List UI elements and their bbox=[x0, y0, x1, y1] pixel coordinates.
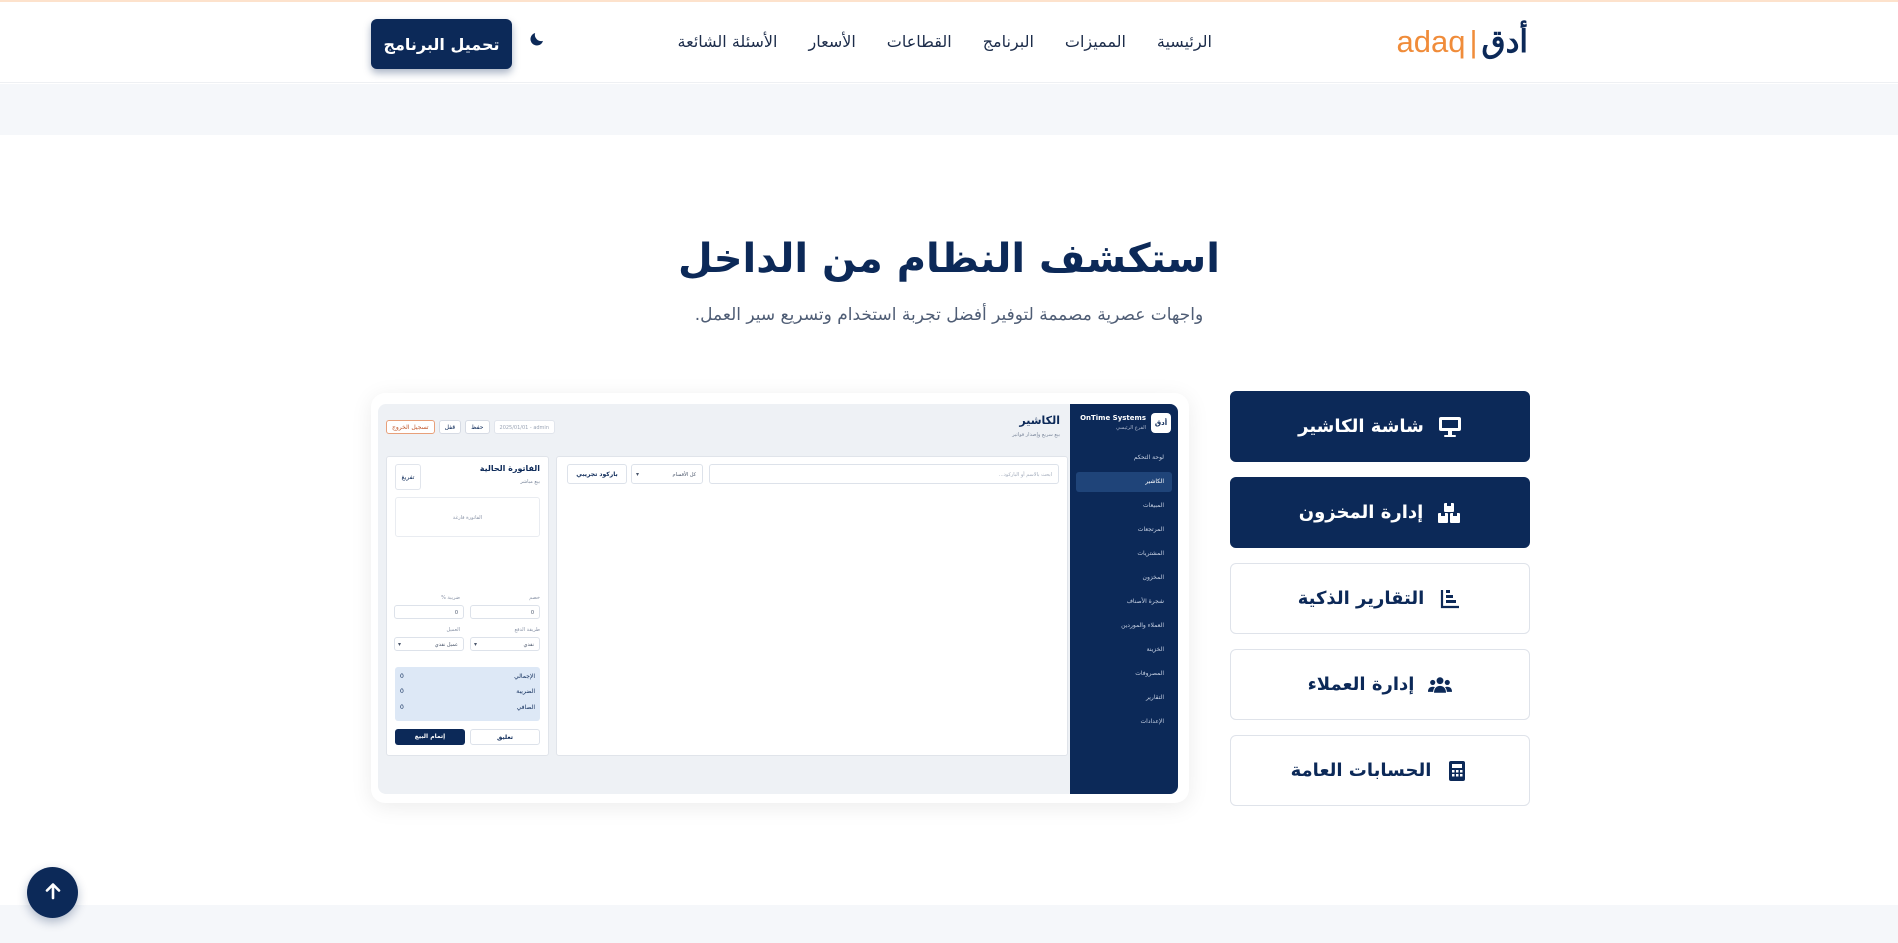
site-header: adaq | أدق الرئيسية المميزات البرنامج القط… bbox=[0, 2, 1898, 83]
download-button[interactable]: تحميل البرنامج bbox=[371, 19, 512, 69]
tab-accounts[interactable]: الحسابات العامة bbox=[1230, 735, 1530, 806]
monitor-icon bbox=[1438, 415, 1462, 439]
preview-menu-item: الكاشير bbox=[1076, 472, 1172, 492]
scroll-to-top-button[interactable] bbox=[27, 867, 78, 918]
brand-logo[interactable]: adaq | أدق bbox=[1396, 24, 1528, 60]
tab-inventory[interactable]: إدارة المخزون bbox=[1230, 477, 1530, 548]
preview-clear-button: تفريغ bbox=[395, 464, 421, 490]
moon-icon[interactable] bbox=[526, 30, 548, 52]
preview-menu-item: العملاء والموردين bbox=[1121, 622, 1164, 629]
calculator-icon bbox=[1445, 759, 1469, 783]
preview-totals: الإجمالي 0 الضريبة 0 الصافي 0 bbox=[395, 667, 540, 721]
preview-menu-item: المصروفات bbox=[1135, 670, 1164, 677]
preview-menu-item: المبيعات bbox=[1143, 502, 1164, 509]
preview-menu-item: المخزون bbox=[1142, 574, 1164, 581]
preview-invoice-empty: الفاتورة فارغة bbox=[395, 497, 540, 537]
preview-save-button: حفظ bbox=[465, 420, 490, 434]
preview-card: أدق OnTime Systems الفرع الرئيسي لوحة ال… bbox=[371, 393, 1189, 803]
preview-branch: الفرع الرئيسي bbox=[1116, 425, 1146, 431]
preview-discount-label: خصم bbox=[529, 595, 540, 601]
preview-logout-button: تسجيل الخروج bbox=[386, 420, 435, 434]
preview-hold-button: تعليق bbox=[470, 729, 540, 745]
preview-menu-item: المرتجعات bbox=[1137, 526, 1164, 533]
preview-menu-item: لوحة التحكم bbox=[1133, 454, 1164, 461]
preview-menu-item: الإعدادات bbox=[1140, 718, 1164, 725]
preview-company: OnTime Systems bbox=[1080, 414, 1146, 422]
header-band bbox=[0, 84, 1898, 135]
preview-menu-item: شجرة الأصناف bbox=[1126, 598, 1164, 605]
tab-cashier[interactable]: شاشة الكاشير bbox=[1230, 391, 1530, 462]
preview-menu-item: التقارير bbox=[1145, 694, 1164, 701]
section-subtitle: واجهات عصرية مصممة لتوفير أفضل تجربة است… bbox=[694, 305, 1204, 325]
preview-menu-item: الخزينة bbox=[1146, 646, 1164, 653]
preview-toolbar: تسجيل الخروج قفل حفظ 2025/01/01 - admin bbox=[386, 420, 555, 434]
preview-customer-select: عميل نقدي bbox=[394, 637, 464, 652]
users-icon bbox=[1428, 673, 1453, 697]
preview-tax-input: 0 bbox=[394, 605, 464, 619]
tab-reports[interactable]: التقارير الذكية bbox=[1230, 563, 1530, 634]
preview-search-input: ابحث بالاسم أو الباركود... bbox=[709, 464, 1059, 484]
preview-pay-method-label: طريقة الدفع bbox=[514, 627, 540, 633]
preview-total-row: الضريبة 0 bbox=[400, 688, 535, 695]
preview-invoice-title: الفاتورة الحالية bbox=[479, 464, 540, 473]
preview-brand: أدق OnTime Systems الفرع الرئيسي bbox=[1077, 413, 1171, 443]
nav-home[interactable]: الرئيسية bbox=[1157, 32, 1212, 51]
app-screenshot: أدق OnTime Systems الفرع الرئيسي لوحة ال… bbox=[378, 404, 1178, 794]
preview-date: 2025/01/01 - admin bbox=[493, 420, 555, 434]
nav-pricing[interactable]: الأسعار bbox=[809, 32, 856, 51]
preview-pay-button: إتمام البيع bbox=[395, 729, 465, 745]
nav-sectors[interactable]: القطاعات bbox=[887, 32, 952, 51]
preview-menu: لوحة التحكم الكاشير المبيعات المرتجعات ا… bbox=[1076, 448, 1172, 736]
preview-total-row: الإجمالي 0 bbox=[400, 673, 535, 680]
preview-customer-label: العميل bbox=[446, 627, 460, 633]
preview-lock-button: قفل bbox=[438, 420, 462, 434]
arrow-up-icon bbox=[43, 881, 63, 905]
chart-icon bbox=[1438, 587, 1462, 611]
nav-program[interactable]: البرنامج bbox=[983, 32, 1034, 51]
preview-invoice-subtitle: بيع مباشر bbox=[520, 479, 540, 485]
preview-menu-item: المشتريات bbox=[1137, 550, 1164, 557]
next-section-band bbox=[0, 905, 1898, 943]
preview-discount-input: 0 bbox=[470, 605, 540, 619]
nav-faq[interactable]: الأسئلة الشائعة bbox=[678, 32, 778, 51]
preview-tax-label: ضريبة % bbox=[441, 595, 460, 601]
preview-sidebar: أدق OnTime Systems الفرع الرئيسي لوحة ال… bbox=[1070, 404, 1178, 794]
feature-tabs: شاشة الكاشير إدارة المخزون التقارير الذك… bbox=[1230, 391, 1530, 821]
preview-pay-method-select: نقدي bbox=[470, 637, 540, 652]
preview-barcode-button: باركود تجريبي bbox=[567, 464, 627, 484]
preview-total-row: الصافي 0 bbox=[400, 704, 535, 711]
nav-features[interactable]: المميزات bbox=[1065, 32, 1126, 51]
preview-title: الكاشير bbox=[1019, 414, 1060, 427]
preview-invoice-panel: الفاتورة الحالية بيع مباشر تفريغ الفاتور… bbox=[386, 456, 549, 756]
preview-logo: أدق bbox=[1151, 413, 1171, 433]
preview-subtitle: بيع سريع وإصدار فواتير bbox=[1012, 432, 1060, 438]
preview-products-panel: ابحث بالاسم أو الباركود... كل الأقسام با… bbox=[556, 456, 1068, 756]
main-nav: الرئيسية المميزات البرنامج القطاعات الأس… bbox=[678, 32, 1212, 51]
preview-category-select: كل الأقسام bbox=[631, 464, 703, 485]
boxes-icon bbox=[1437, 501, 1461, 525]
section-title: استكشف النظام من الداخل bbox=[678, 236, 1220, 282]
tab-customers[interactable]: إدارة العملاء bbox=[1230, 649, 1530, 720]
